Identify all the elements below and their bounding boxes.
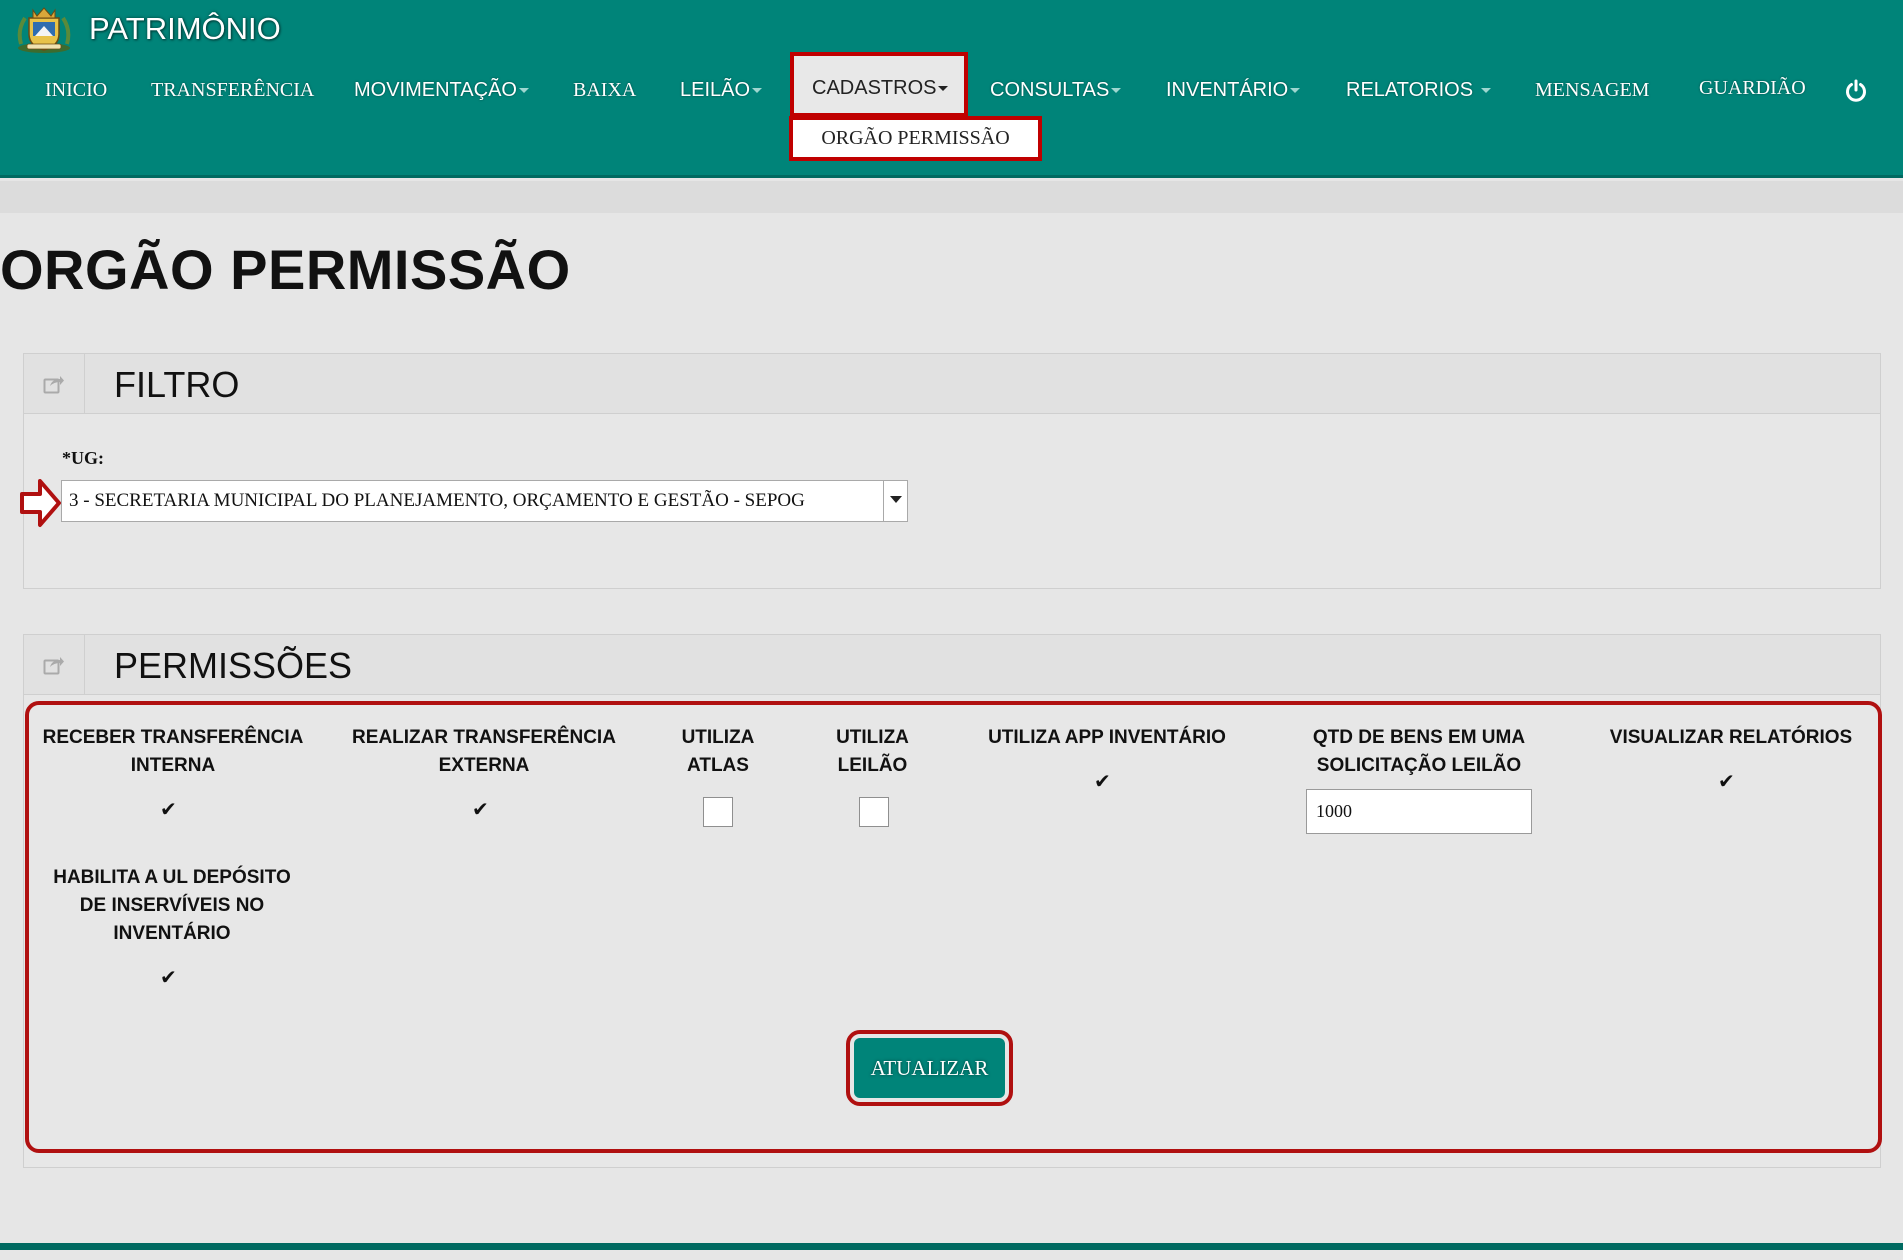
- nav-movimentacao-label: MOVIMENTAÇÃO: [354, 79, 517, 101]
- nav-leilao[interactable]: LEILÃO: [680, 75, 763, 105]
- nav-mensagem-label: MENSAGEM: [1535, 79, 1650, 101]
- caret-down-icon: [518, 88, 529, 94]
- permissions-collapse-toggle[interactable]: [24, 635, 85, 694]
- col-realizar-transferencia-externa: REALIZAR TRANSFERÊNCIA EXTERNA: [352, 727, 616, 776]
- app-title: PATRIMÔNIO: [89, 11, 281, 46]
- nav-transferencia-label: TRANSFERÊNCIA: [151, 79, 315, 101]
- check-receber-transferencia-interna: ✔: [160, 799, 177, 821]
- nav-consultas[interactable]: CONSULTAS: [990, 75, 1122, 105]
- filter-collapse-toggle[interactable]: [24, 354, 85, 413]
- filter-panel-header: FILTRO: [24, 354, 1880, 414]
- permissions-panel-header: PERMISSÕES: [24, 635, 1880, 695]
- nav-cadastros-label: CADASTROS: [812, 77, 937, 99]
- permissions-title: PERMISSÕES: [114, 645, 353, 686]
- page-title: ORGÃO PERMISSÃO: [0, 238, 571, 301]
- nav-inventario-label: INVENTÁRIO: [1166, 79, 1289, 101]
- check-realizar-transferencia-externa: ✔: [472, 799, 489, 821]
- nav-relatorios[interactable]: RELATORIOS: [1346, 75, 1491, 105]
- nav-inicio[interactable]: INICIO: [45, 75, 107, 105]
- checkbox-utiliza-leilao[interactable]: [859, 797, 889, 827]
- power-icon[interactable]: [1844, 79, 1868, 103]
- nav-consultas-label: CONSULTAS: [990, 79, 1110, 101]
- coat-of-arms-icon: [17, 7, 71, 53]
- check-visualizar-relatorios: ✔: [1718, 771, 1735, 793]
- filter-panel: FILTRO *UG: 3 - SECRETARIA MUNICIPAL DO …: [20, 353, 1881, 589]
- nav-guardiao[interactable]: GUARDIÃO: [1699, 73, 1806, 103]
- nav-relatorios-label: RELATORIOS: [1346, 79, 1474, 101]
- sub-bar: [0, 181, 1903, 213]
- caret-down-icon: [1480, 88, 1491, 94]
- ug-label: *UG:: [62, 448, 104, 468]
- nav-baixa[interactable]: BAIXA: [573, 75, 636, 105]
- update-button-highlight: ATUALIZAR: [846, 1030, 1013, 1106]
- col-utiliza-atlas: UTILIZA ATLAS: [681, 727, 755, 776]
- col-receber-transferencia-interna: RECEBER TRANSFERÊNCIA INTERNA: [42, 727, 304, 776]
- nav-guardiao-label: GUARDIÃO: [1699, 77, 1806, 99]
- nav-inventario[interactable]: INVENTÁRIO: [1166, 75, 1301, 105]
- nav-baixa-label: BAIXA: [573, 79, 637, 101]
- nav-leilao-label: LEILÃO: [680, 79, 751, 101]
- share-icon: [43, 656, 64, 674]
- col-visualizar-relatorios: VISUALIZAR RELATÓRIOS: [1609, 727, 1853, 748]
- caret-down-icon: [1290, 88, 1301, 94]
- check-habilita-ul-deposito: ✔: [160, 967, 177, 989]
- ug-select[interactable]: 3 - SECRETARIA MUNICIPAL DO PLANEJAMENTO…: [61, 480, 908, 522]
- check-utiliza-app-inventario: ✔: [1094, 771, 1111, 793]
- caret-down-icon: [1111, 88, 1122, 94]
- nav-inicio-label: INICIO: [45, 79, 108, 101]
- checkbox-utiliza-atlas[interactable]: [703, 797, 733, 827]
- filter-title: FILTRO: [114, 364, 240, 405]
- update-button[interactable]: ATUALIZAR: [854, 1038, 1005, 1098]
- share-icon: [43, 375, 64, 393]
- col-utiliza-app-inventario: UTILIZA APP INVENTÁRIO: [988, 727, 1226, 748]
- arrow-right-icon: [20, 479, 61, 527]
- col-qtd-bens-leilao: QTD DE BENS EM UMA SOLICITAÇÃO LEILÃO: [1312, 727, 1526, 776]
- nav-transferencia[interactable]: TRANSFERÊNCIA: [151, 75, 314, 105]
- caret-down-icon: [752, 88, 763, 94]
- chevron-down-icon[interactable]: [883, 481, 907, 521]
- nav-cadastros[interactable]: CADASTROS: [790, 52, 968, 117]
- dropdown-item-orgao-permissao[interactable]: ORGÃO PERMISSÃO: [789, 116, 1042, 161]
- col-utiliza-leilao: UTILIZA LEILÃO: [836, 727, 909, 776]
- nav-mensagem[interactable]: MENSAGEM: [1535, 75, 1649, 105]
- brand[interactable]: PATRIMÔNIO: [15, 4, 281, 54]
- caret-down-icon: [938, 86, 949, 92]
- qtd-bens-leilao-input[interactable]: 1000: [1306, 789, 1532, 834]
- footer-line: [0, 1243, 1903, 1250]
- nav-movimentacao[interactable]: MOVIMENTAÇÃO: [354, 75, 529, 105]
- col-habilita-ul-deposito: HABILITA A UL DEPÓSITO DE INSERVÍVEIS NO…: [53, 867, 291, 944]
- ug-select-value: 3 - SECRETARIA MUNICIPAL DO PLANEJAMENTO…: [69, 490, 805, 511]
